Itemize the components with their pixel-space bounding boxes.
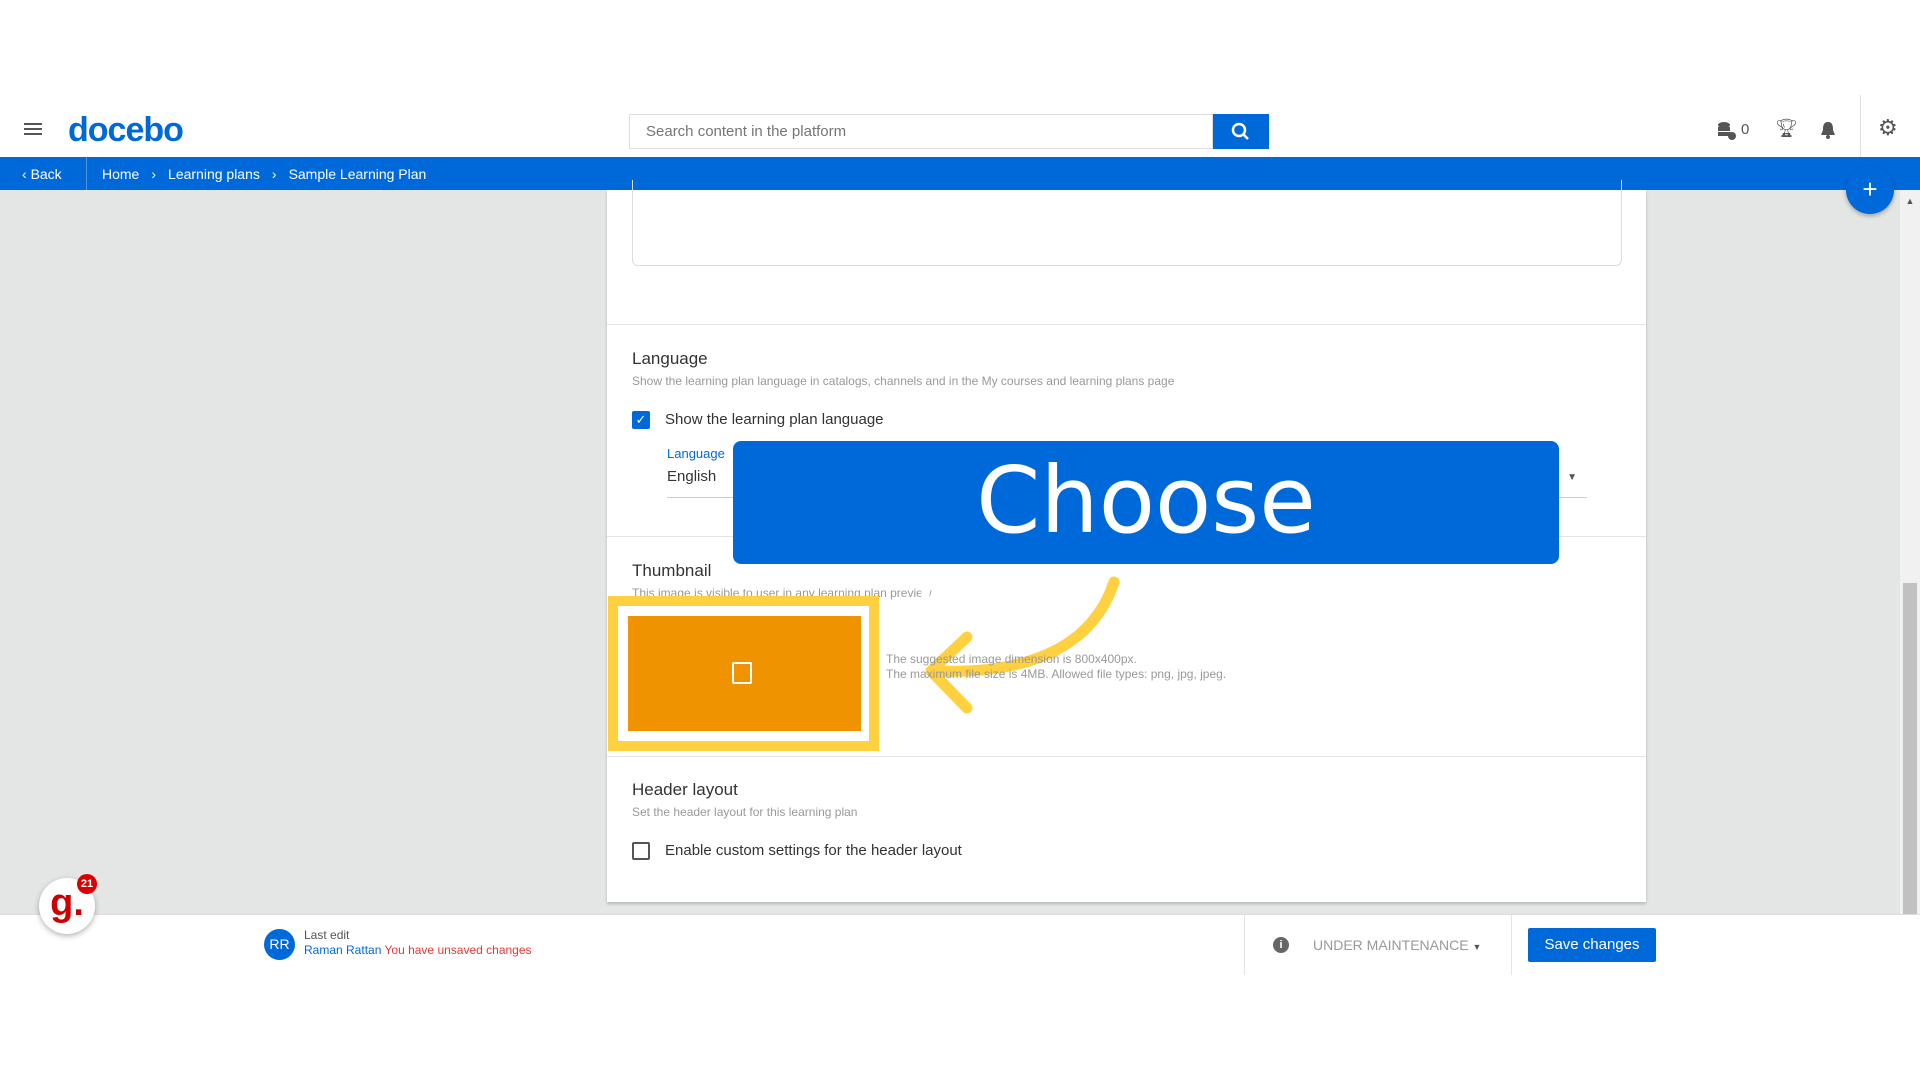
footer-divider: [1244, 915, 1245, 975]
thumbnail-title: Thumbnail: [632, 561, 712, 580]
thumbnail-hint-size: The maximum file size is 4MB. Allowed fi…: [886, 667, 1227, 681]
last-edit-user[interactable]: Raman Rattan: [304, 943, 381, 957]
scroll-up-arrow-icon[interactable]: ▲: [1900, 196, 1920, 206]
notification-badge: 21: [77, 874, 97, 894]
search-icon: [1231, 122, 1249, 140]
last-edit-info: Raman Rattan You have unsaved changes: [304, 943, 532, 957]
status-dropdown[interactable]: UNDER MAINTENANCE ▼: [1313, 937, 1481, 953]
thumbnail-highlight: [608, 596, 879, 751]
gear-icon[interactable]: ⚙: [1878, 115, 1898, 141]
save-changes-button[interactable]: Save changes: [1528, 928, 1656, 962]
footer-bar: RR Last edit Raman Rattan You have unsav…: [0, 914, 1920, 976]
show-language-checkbox[interactable]: ✓: [632, 411, 650, 429]
section-divider: [607, 324, 1646, 325]
search-input[interactable]: [629, 114, 1213, 149]
thumbnail-hint: The suggested image dimension is 800x400…: [886, 652, 1226, 682]
trophy-icon[interactable]: 🏆︎: [1775, 118, 1798, 139]
coins-icon[interactable]: [1716, 121, 1738, 141]
breadcrumb-current: Sample Learning Plan: [288, 166, 427, 182]
chevron-right-icon: ›: [271, 166, 277, 182]
chevron-left-icon: ‹: [22, 166, 31, 182]
section-divider: [607, 756, 1646, 757]
add-fab-button[interactable]: +: [1846, 166, 1894, 214]
back-button[interactable]: ‹ Back: [22, 166, 62, 182]
status-value: UNDER MAINTENANCE: [1313, 937, 1469, 953]
header-layout-description: Set the header layout for this learning …: [632, 805, 858, 819]
unsaved-changes-text: You have unsaved changes: [384, 943, 532, 957]
breadcrumb-learning-plans[interactable]: Learning plans: [168, 166, 260, 182]
coins-count: 0: [1741, 121, 1750, 138]
info-icon[interactable]: i: [1273, 937, 1289, 953]
chevron-right-icon: ›: [151, 166, 157, 182]
header-layout-title: Header layout: [632, 780, 738, 799]
language-field-label: Language: [667, 446, 725, 461]
scrollbar[interactable]: ▲: [1900, 190, 1920, 914]
header-layout-checkbox[interactable]: [632, 842, 650, 860]
header-divider: [1860, 95, 1861, 157]
docebo-logo[interactable]: docebo: [68, 111, 184, 150]
language-value: English: [667, 468, 717, 485]
breadcrumb: Home › Learning plans › Sample Learning Pl…: [102, 166, 426, 182]
last-edit-label: Last edit: [304, 928, 350, 942]
pointer-arrow-icon: [925, 576, 1120, 714]
breadcrumb-divider: [86, 157, 87, 190]
callout-banner: Choose thumbnail: [733, 441, 1559, 674]
bell-icon[interactable]: [1819, 120, 1837, 140]
dropdown-arrow-icon: ▼: [1567, 472, 1577, 483]
breadcrumb-home[interactable]: Home: [102, 166, 139, 182]
help-widget[interactable]: g. 21: [39, 874, 97, 934]
top-header: docebo 0 🏆︎ ⚙: [0, 95, 1920, 157]
header-layout-label: Enable custom settings for the header la…: [665, 842, 962, 859]
language-description: Show the learning plan language in catal…: [632, 374, 1175, 388]
description-textarea[interactable]: [632, 180, 1622, 266]
language-title: Language: [632, 349, 708, 368]
dropdown-arrow-icon: ▼: [1472, 942, 1482, 952]
footer-divider: [1511, 915, 1512, 975]
search-button[interactable]: [1213, 114, 1269, 149]
show-language-label: Show the learning plan language: [665, 411, 884, 428]
hamburger-menu-icon[interactable]: [24, 123, 42, 135]
avatar: RR: [264, 929, 295, 960]
thumbnail-hint-dimension: The suggested image dimension is 800x400…: [886, 652, 1137, 666]
scrollbar-thumb[interactable]: [1903, 583, 1917, 914]
